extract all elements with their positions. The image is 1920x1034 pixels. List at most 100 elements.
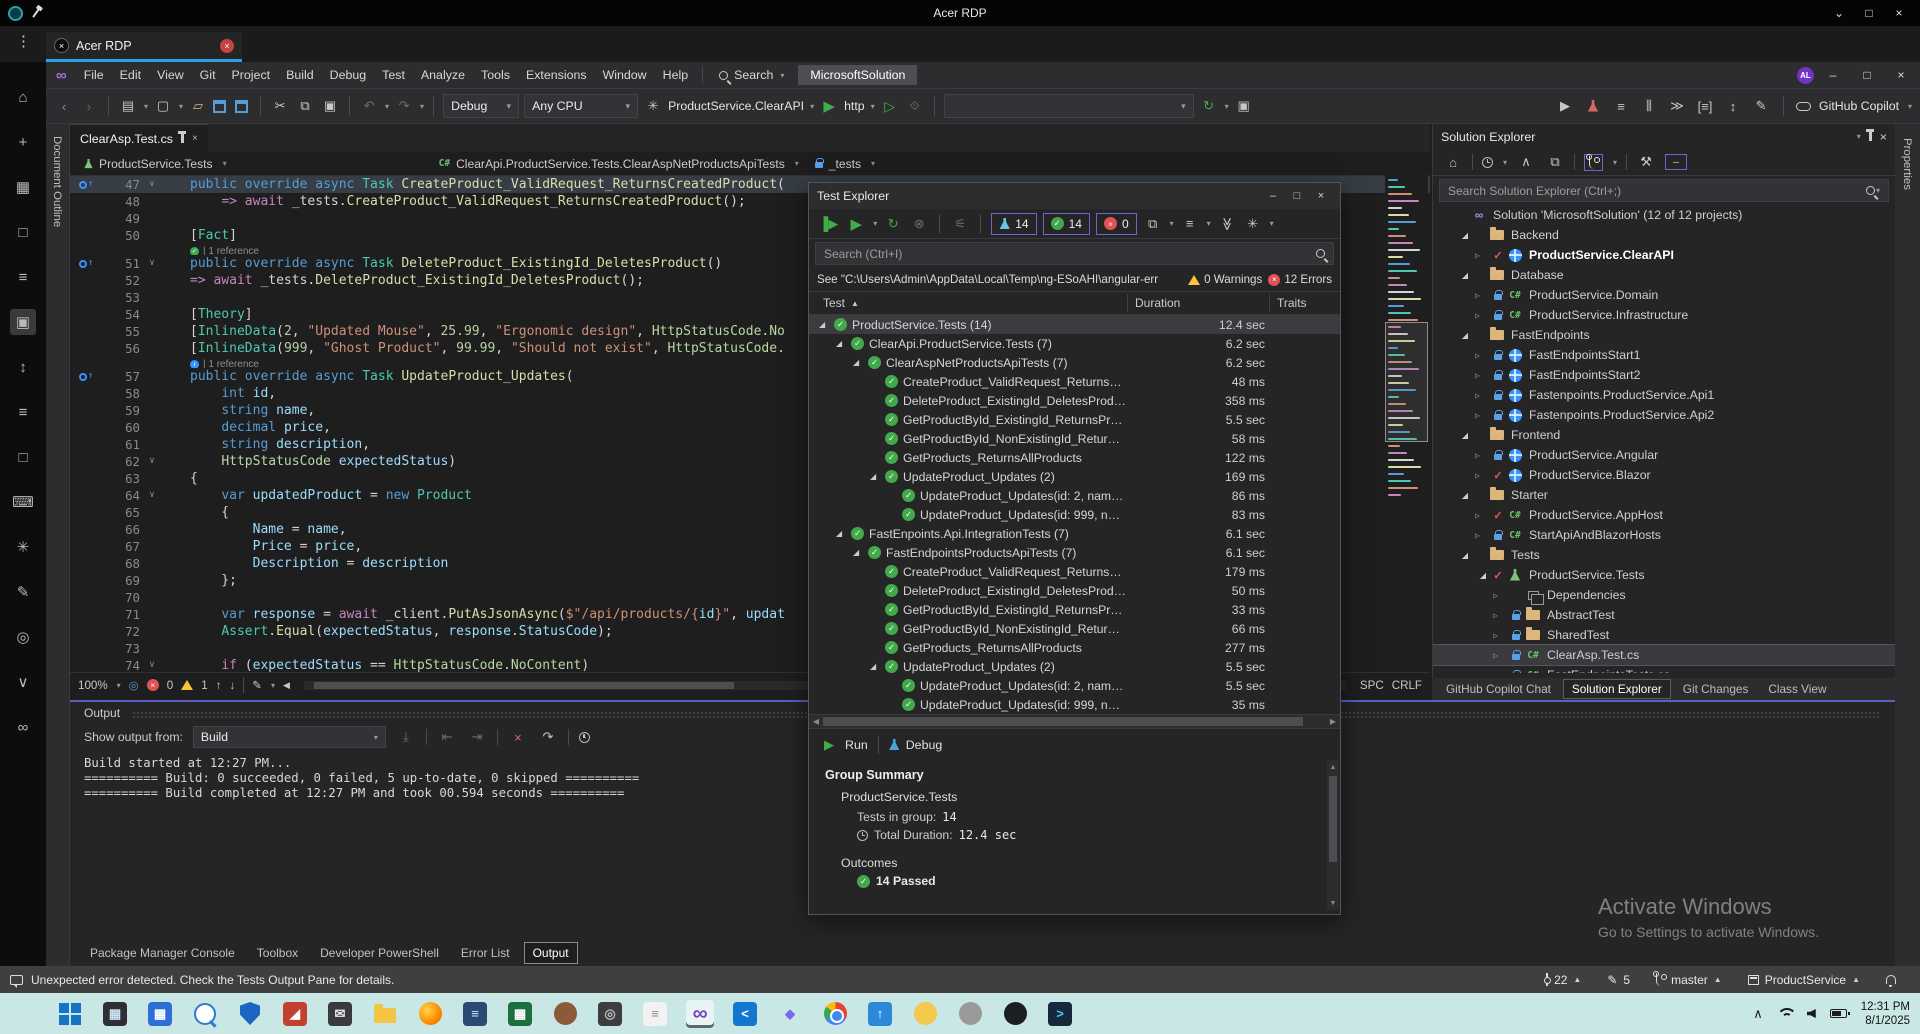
expander-icon[interactable]: ◢ <box>1457 271 1473 280</box>
taskbar-icon-app-dark[interactable]: ◎ <box>596 1000 624 1028</box>
solution-tree-row[interactable]: ◢✓ProductService.Tests <box>1433 565 1895 585</box>
columns-icon[interactable]: ⫼ <box>1639 95 1659 117</box>
close-session-icon[interactable]: × <box>220 39 234 53</box>
output-source-dropdown[interactable]: Build▾ <box>193 726 386 748</box>
expander-icon[interactable]: ▷ <box>1493 647 1509 664</box>
solution-tree-row[interactable]: ▷Fastenpoints.ProductService.Api2 <box>1433 405 1895 425</box>
chevron-down-icon[interactable]: ▾ <box>1908 102 1912 111</box>
solution-configurations-dropdown[interactable]: Debug▾ <box>443 94 519 118</box>
expander-icon[interactable]: ▷ <box>1493 587 1509 604</box>
close-icon[interactable]: × <box>192 133 198 144</box>
taskbar-icon-folder[interactable] <box>371 1000 399 1028</box>
tab-developer-powershell[interactable]: Developer PowerShell <box>312 943 447 963</box>
breadcrumb-project[interactable]: ProductService.Tests▾ <box>84 157 227 171</box>
space-mode[interactable]: SPC <box>1360 679 1384 692</box>
minimize-icon[interactable]: – <box>1262 186 1284 206</box>
expander-icon[interactable]: ◢ <box>836 529 851 538</box>
monitor-icon[interactable]: ▣ <box>10 309 36 335</box>
collapse-all-icon[interactable]: ∧ <box>1516 151 1536 173</box>
test-tree[interactable]: ◢✓ProductService.Tests (14)12.4 sec◢✓Cle… <box>809 315 1340 714</box>
test-row[interactable]: ✓UpdateProduct_Updates(id: 2, name: "Upd… <box>809 676 1340 695</box>
zoom-level[interactable]: 100% <box>78 679 108 692</box>
tab-git-changes[interactable]: Git Changes <box>1675 680 1757 698</box>
repo-indicator[interactable]: ProductService▲ <box>1748 973 1860 987</box>
new-session-icon[interactable]: + <box>10 129 36 155</box>
test-row[interactable]: ✓UpdateProduct_Updates(id: 999, name: "G… <box>809 505 1340 524</box>
save-output-icon[interactable]: ⤓ <box>396 726 416 748</box>
minimap[interactable] <box>1385 174 1428 564</box>
taskbar-icon-vs-code[interactable]: < <box>731 1000 759 1028</box>
test-columns-header[interactable]: Test▲ Duration Traits <box>809 292 1340 315</box>
test-row[interactable]: ✓GetProducts_ReturnsAllProducts277 ms <box>809 638 1340 657</box>
test-row[interactable]: ◢✓FastEnpoints.Api.IntegrationTests (7)6… <box>809 524 1340 543</box>
new-project-icon[interactable]: ▤ <box>118 95 138 117</box>
apps-grid-icon[interactable]: ▦ <box>10 174 36 200</box>
expander-icon[interactable]: ▷ <box>1475 367 1491 384</box>
undo-icon[interactable]: ↶ <box>359 95 379 117</box>
taskbar-icon-start[interactable] <box>56 1000 84 1028</box>
failed-tests-badge[interactable]: ×0 <box>1096 213 1137 235</box>
code-cleanup-icon[interactable]: ✎ <box>252 678 262 692</box>
startup-project-dropdown[interactable]: ProductService.ClearAPI <box>668 99 804 113</box>
save-icon[interactable] <box>213 100 226 113</box>
expander-icon[interactable]: ▷ <box>1475 407 1491 424</box>
solution-tree-row[interactable]: ◢Starter <box>1433 485 1895 505</box>
taskbar-icon-app-brown[interactable] <box>551 1000 579 1028</box>
pending-changes-icon[interactable] <box>1482 157 1493 168</box>
solution-tree[interactable]: ∞Solution 'MicrosoftSolution' (12 of 12 … <box>1433 205 1895 673</box>
line-ending-mode[interactable]: CRLF <box>1392 679 1422 692</box>
errors-count[interactable]: ×12 Errors <box>1268 273 1332 286</box>
chevron-down-icon[interactable]: ▾ <box>1613 158 1617 167</box>
test-notice-bar[interactable]: See "C:\Users\Admin\AppData\Local\Temp\n… <box>809 268 1340 292</box>
playlist-icon[interactable]: ≡ <box>1180 213 1200 235</box>
taskbar-icon-chrome[interactable] <box>821 1000 849 1028</box>
expander-icon[interactable]: ▷ <box>1493 607 1509 624</box>
refresh-icon[interactable]: ↻ <box>1199 95 1219 117</box>
expander-icon[interactable]: ◢ <box>1475 571 1491 580</box>
test-row[interactable]: ✓CreateProduct_ValidRequest_ReturnsCreat… <box>809 372 1340 391</box>
taskbar-icon-github[interactable] <box>1001 1000 1029 1028</box>
battery-icon[interactable] <box>1830 1009 1847 1018</box>
menu-item-edit[interactable]: Edit <box>112 62 149 88</box>
restore-icon[interactable]: □ <box>1286 186 1308 206</box>
expander-icon[interactable]: ◢ <box>836 339 851 348</box>
expander-icon[interactable]: ◢ <box>853 358 868 367</box>
github-copilot-button[interactable]: GitHub Copilot <box>1819 99 1899 113</box>
scroll-left-icon[interactable]: ◀ <box>283 680 290 691</box>
brackets-icon[interactable]: [≡] <box>1695 95 1715 117</box>
expander-icon[interactable]: ◢ <box>1457 491 1473 500</box>
group-by-icon[interactable]: ⧉ <box>1143 213 1163 235</box>
solution-tree-row[interactable]: ◢Backend <box>1433 225 1895 245</box>
expander-icon[interactable]: ▷ <box>1493 667 1509 674</box>
taskbar-icon-spreadsheet[interactable]: ▦ <box>506 1000 534 1028</box>
taskbar-icon-terminal[interactable]: > <box>1046 1000 1074 1028</box>
menu-item-analyze[interactable]: Analyze <box>413 62 473 88</box>
test-marker-icon[interactable]: ↑ <box>79 176 93 193</box>
tab-document-outline[interactable]: Document Outline <box>51 136 63 227</box>
test-search-input[interactable]: Search (Ctrl+I) <box>815 242 1334 265</box>
expander-icon[interactable]: ◢ <box>1457 331 1473 340</box>
taskbar-icon-security-shield[interactable] <box>236 1000 264 1028</box>
chevron-down-icon[interactable]: ▾ <box>810 102 814 111</box>
warning-count[interactable]: 1 <box>201 679 207 692</box>
expander-icon[interactable]: ◢ <box>1457 551 1473 560</box>
total-tests-badge[interactable]: 14 <box>991 213 1036 235</box>
taskbar-icon-file-explorer[interactable]: ▦ <box>101 1000 129 1028</box>
cancel-icon[interactable]: ⊗ <box>909 213 929 235</box>
prev-message-icon[interactable]: ⇤ <box>437 726 457 748</box>
save-all-icon[interactable] <box>231 95 251 117</box>
test-row[interactable]: ✓GetProducts_ReturnsAllProducts122 ms <box>809 448 1340 467</box>
test-row[interactable]: ◢✓UpdateProduct_Updates (2)169 ms <box>809 467 1340 486</box>
timestamp-icon[interactable] <box>579 732 590 743</box>
expander-icon[interactable]: ▷ <box>1475 247 1491 264</box>
tab-properties[interactable]: Properties <box>1901 138 1913 190</box>
menu-item-debug[interactable]: Debug <box>322 62 375 88</box>
chevron-down-icon[interactable]: ▾ <box>144 102 148 111</box>
solution-tree-row[interactable]: ◢FastEndpoints <box>1433 325 1895 345</box>
test-explorer-header[interactable]: Test Explorer – □ × <box>809 183 1340 209</box>
link-icon[interactable]: ∞ <box>10 714 36 740</box>
expander-icon[interactable]: ▷ <box>1475 467 1491 484</box>
word-wrap-icon[interactable]: ↷ <box>538 726 558 748</box>
pin-icon[interactable] <box>1869 132 1872 141</box>
expander-icon[interactable]: ▷ <box>1475 387 1491 404</box>
